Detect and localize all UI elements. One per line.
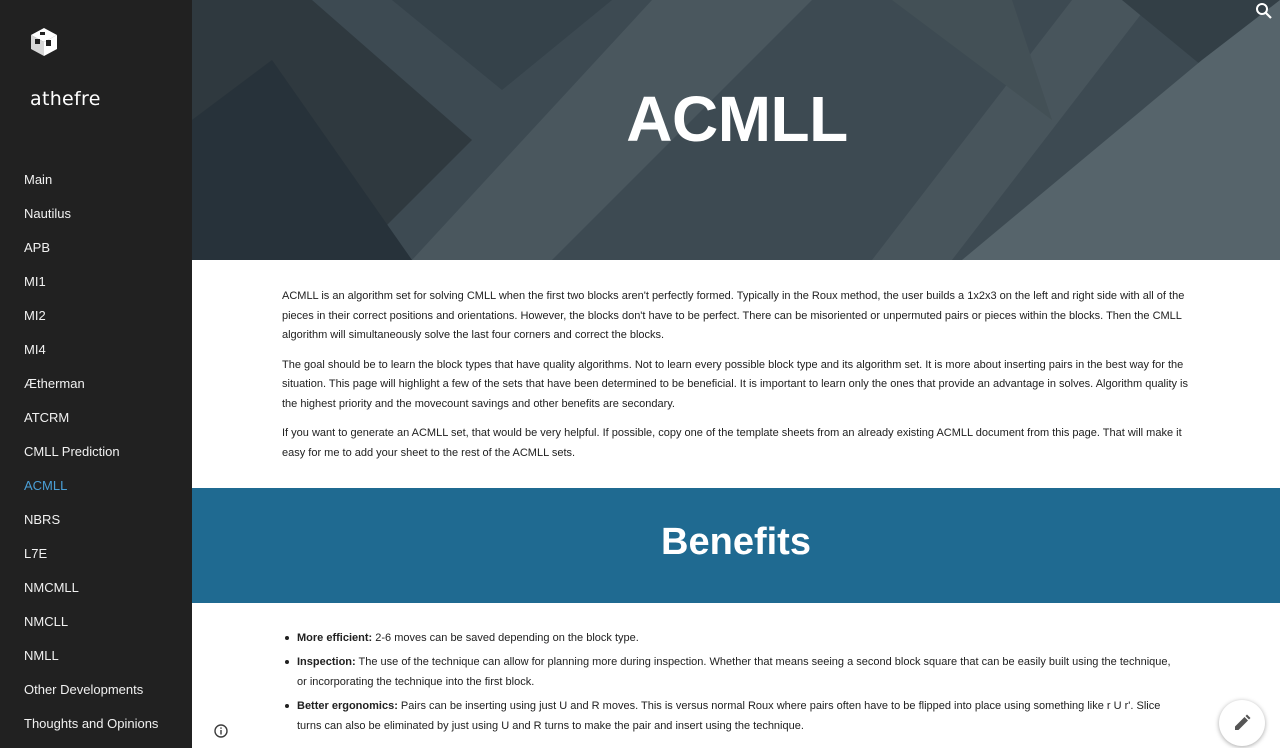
sidebar-item-main[interactable]: Main [0,166,192,200]
sidebar-item-nmcmll[interactable]: NMCMLL [0,574,192,608]
sidebar-item-other-developments[interactable]: Other Developments [0,676,192,710]
sidebar-nav: Main Nautilus APB MI1 MI2 MI4 Ætherman ATCRM CML… [0,166,192,744]
benefit-term: Better ergonomics: [297,700,398,712]
list-item: Better ergonomics: Pairs can be insertin… [280,696,1180,736]
sidebar-item-acmll[interactable]: ACMLL [0,472,192,506]
benefit-text: The use of the technique can allow for p… [297,656,1171,688]
benefit-text: Pairs can be inserting using just U and … [297,700,1161,732]
sidebar-item-atcrm[interactable]: ATCRM [0,404,192,438]
search-icon[interactable] [1255,2,1273,20]
sidebar-item-mi1[interactable]: MI1 [0,268,192,302]
list-item: More efficient: 2-6 moves can be saved d… [280,628,1180,648]
intro-section: ACMLL is an algorithm set for solving CM… [282,287,1190,473]
sidebar-item-nmcll[interactable]: NMCLL [0,608,192,642]
benefit-text: 2-6 moves can be saved depending on the … [372,632,639,644]
intro-paragraph: The goal should be to learn the block ty… [282,358,1189,410]
benefit-term: More efficient: [297,632,373,644]
benefit-term: Inspection: [297,656,356,668]
cube-logo-icon[interactable] [28,26,60,58]
page-header-banner: ACMLL [192,0,1280,260]
intro-paragraph: ACMLL is an algorithm set for solving CM… [282,290,1185,341]
sidebar-item-therman[interactable]: Ætherman [0,370,192,404]
info-icon[interactable] [213,723,229,739]
sidebar-item-mi2[interactable]: MI2 [0,302,192,336]
sidebar-item-cmll-prediction[interactable]: CMLL Prediction [0,438,192,472]
sidebar-item-thoughts-and-opinions[interactable]: Thoughts and Opinions [0,710,192,744]
sidebar: athefre Main Nautilus APB MI1 MI2 MI4 Ætherman… [0,0,228,748]
benefits-heading: Benefits [661,521,811,563]
pencil-icon [1235,714,1251,730]
site-title[interactable]: athefre [30,88,101,110]
sidebar-item-apb[interactable]: APB [0,234,192,268]
intro-paragraph: If you want to generate an ACMLL set, th… [282,427,1182,459]
list-item: Inspection: The use of the technique can… [280,652,1180,692]
benefits-list: More efficient: 2-6 moves can be saved d… [280,628,1180,740]
sidebar-item-nmll[interactable]: NMLL [0,642,192,676]
edit-button[interactable] [1219,700,1265,746]
page-title: ACMLL [626,83,848,155]
sidebar-item-mi4[interactable]: MI4 [0,336,192,370]
sidebar-item-nautilus[interactable]: Nautilus [0,200,192,234]
